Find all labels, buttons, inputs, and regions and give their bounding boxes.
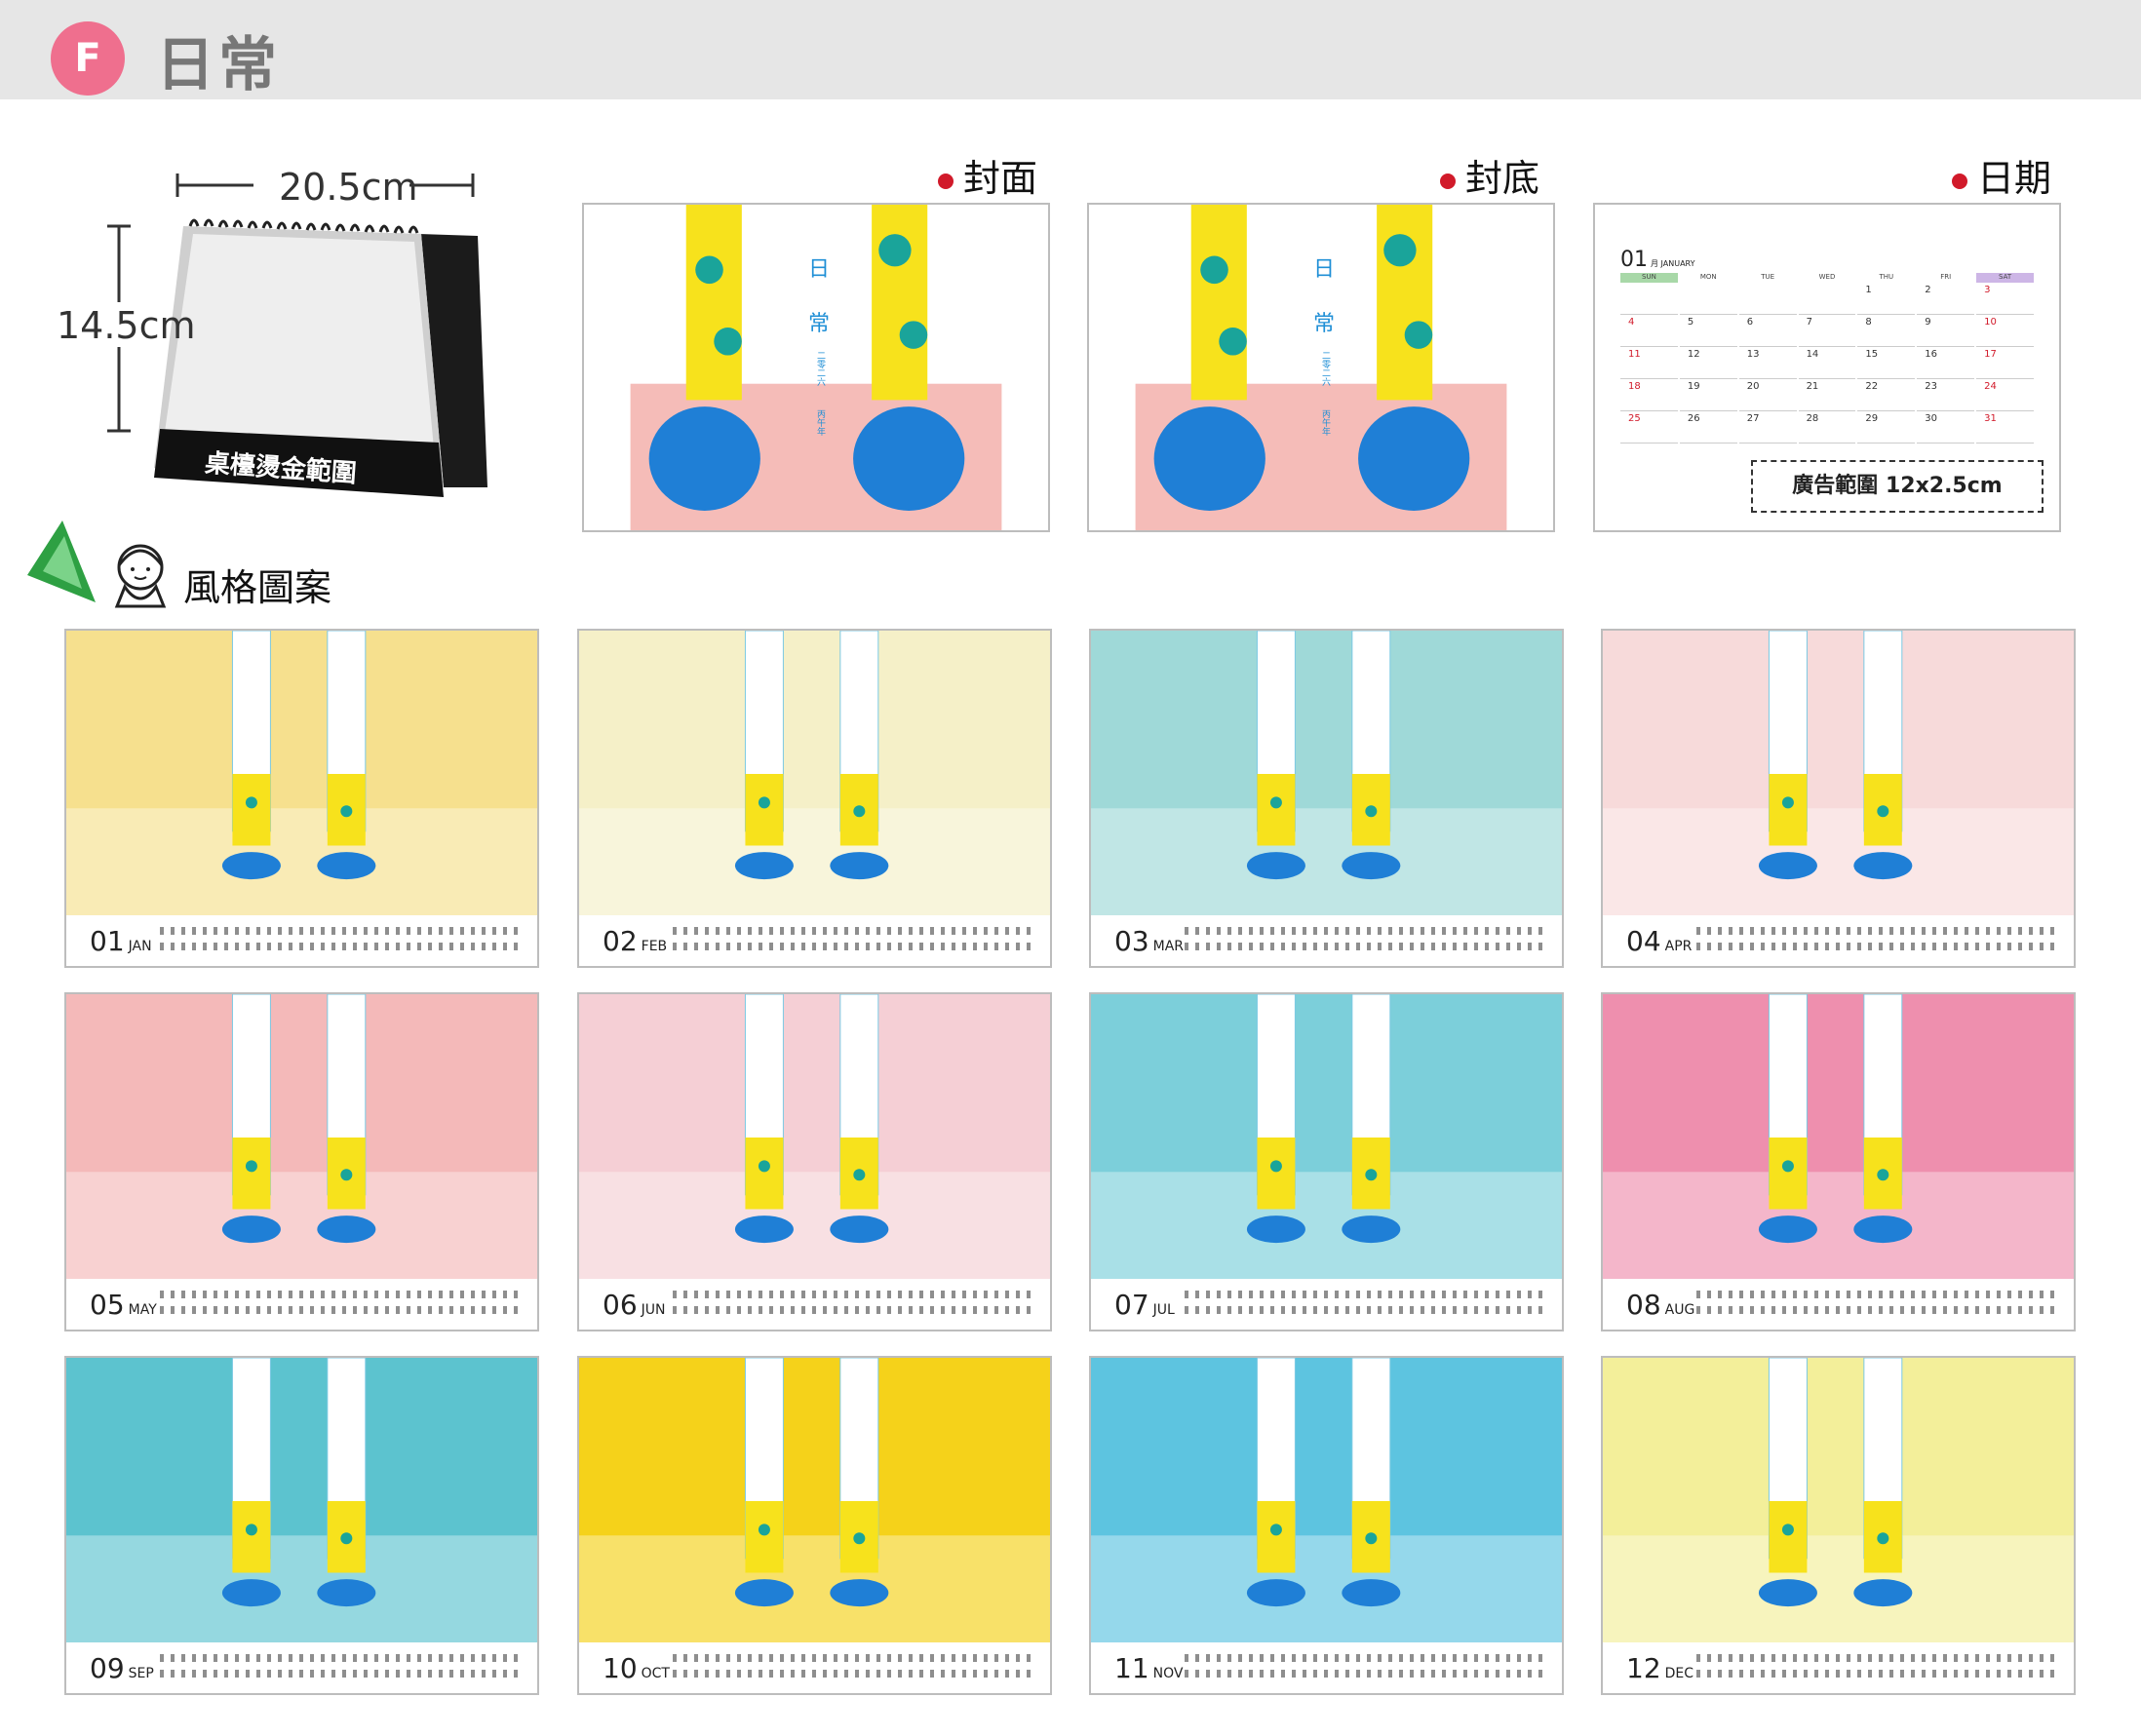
- month-illustration: [1603, 631, 2074, 917]
- month-strip: 03 MAR: [1091, 915, 1562, 966]
- month-illustration: [579, 994, 1050, 1281]
- month-strip: 11 NOV: [1091, 1642, 1562, 1693]
- month-strip: 05 MAY: [66, 1279, 537, 1330]
- month-label: 05 MAY: [90, 1289, 157, 1321]
- month-label: 12 DEC: [1626, 1652, 1694, 1684]
- month-label: 01 JAN: [90, 925, 152, 957]
- month-card: 03 MAR: [1089, 629, 1564, 968]
- month-card: 10 OCT: [577, 1356, 1052, 1695]
- month-days-strip: [160, 1291, 524, 1318]
- month-strip: 10 OCT: [579, 1642, 1050, 1693]
- month-card: 01 JAN: [64, 629, 539, 968]
- month-label: 09 SEP: [90, 1652, 154, 1684]
- month-strip: 12 DEC: [1603, 1642, 2074, 1693]
- month-illustration: [579, 631, 1050, 917]
- month-card: 05 MAY: [64, 992, 539, 1331]
- month-strip: 04 APR: [1603, 915, 2074, 966]
- month-card: 06 JUN: [577, 992, 1052, 1331]
- month-card: 08 AUG: [1601, 992, 2076, 1331]
- month-illustration: [66, 1358, 537, 1644]
- month-illustration: [1603, 994, 2074, 1281]
- month-label: 11 NOV: [1114, 1652, 1184, 1684]
- month-card: 12 DEC: [1601, 1356, 2076, 1695]
- month-strip: 09 SEP: [66, 1642, 537, 1693]
- month-illustration: [66, 994, 537, 1281]
- month-days-strip: [1185, 1654, 1548, 1681]
- month-strip: 06 JUN: [579, 1279, 1050, 1330]
- month-days-strip: [1185, 927, 1548, 954]
- month-strip: 07 JUL: [1091, 1279, 1562, 1330]
- month-label: 10 OCT: [603, 1652, 670, 1684]
- month-days-strip: [1696, 1654, 2060, 1681]
- month-label: 03 MAR: [1114, 925, 1185, 957]
- month-days-strip: [673, 1654, 1036, 1681]
- month-card: 02 FEB: [577, 629, 1052, 968]
- month-days-strip: [160, 927, 524, 954]
- month-days-strip: [1696, 927, 2060, 954]
- month-days-strip: [1696, 1291, 2060, 1318]
- month-illustration: [1091, 994, 1562, 1281]
- month-label: 06 JUN: [603, 1289, 666, 1321]
- month-illustration: [1091, 1358, 1562, 1644]
- month-illustration: [1603, 1358, 2074, 1644]
- month-illustration: [1091, 631, 1562, 917]
- month-card: 11 NOV: [1089, 1356, 1564, 1695]
- month-strip: 08 AUG: [1603, 1279, 2074, 1330]
- month-days-strip: [160, 1654, 524, 1681]
- month-label: 04 APR: [1626, 925, 1693, 957]
- month-label: 08 AUG: [1626, 1289, 1695, 1321]
- month-card: 04 APR: [1601, 629, 2076, 968]
- month-strip: 02 FEB: [579, 915, 1050, 966]
- month-days-strip: [1185, 1291, 1548, 1318]
- month-card: 07 JUL: [1089, 992, 1564, 1331]
- month-days-strip: [673, 1291, 1036, 1318]
- month-illustration: [579, 1358, 1050, 1644]
- month-card: 09 SEP: [64, 1356, 539, 1695]
- month-illustration: [66, 631, 537, 917]
- month-label: 02 FEB: [603, 925, 668, 957]
- month-gallery: 01 JAN 02 FEB 03 MAR 04 APR 05 MAY 06 JU…: [0, 0, 2141, 1736]
- month-days-strip: [673, 927, 1036, 954]
- month-strip: 01 JAN: [66, 915, 537, 966]
- month-label: 07 JUL: [1114, 1289, 1175, 1321]
